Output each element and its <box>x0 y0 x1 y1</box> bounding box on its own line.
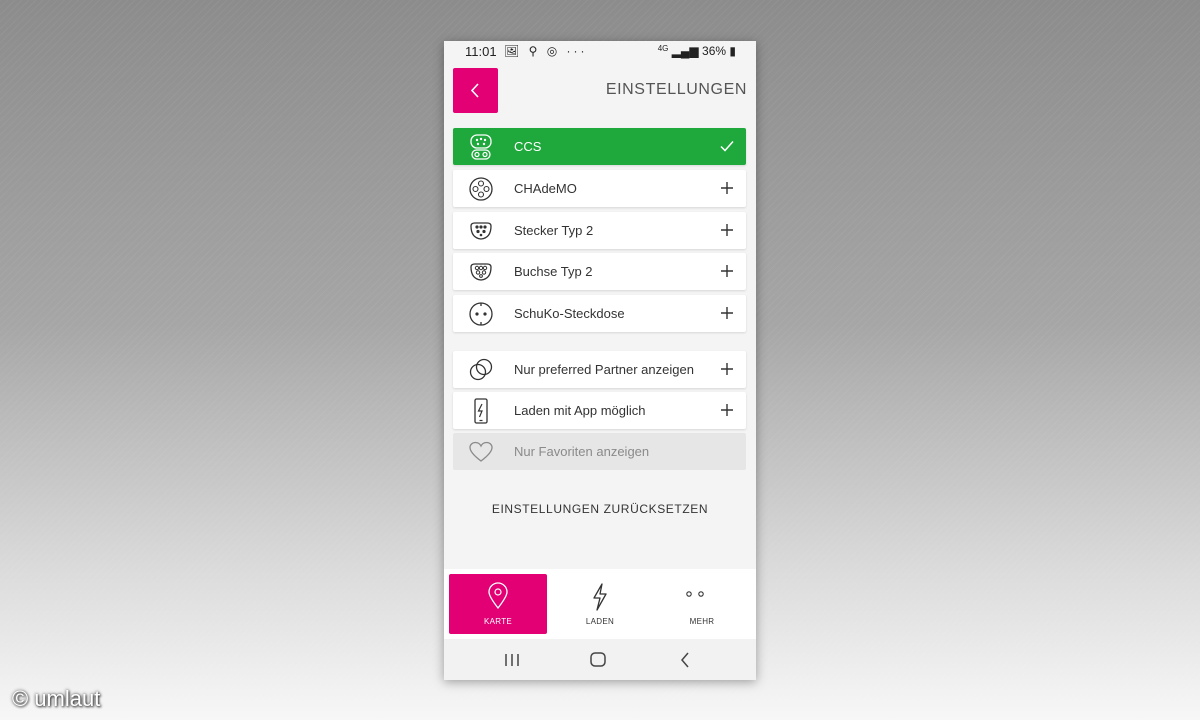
map-pin-icon <box>488 582 508 610</box>
ccs-plug-icon <box>470 134 492 160</box>
status-bar: 11:01 🖼 ⚲ ◎ ··· 4G ▂▄▆ 36% ▮ <box>444 41 756 63</box>
nav-karte[interactable]: KARTE <box>449 574 547 634</box>
system-nav-bar <box>444 639 756 680</box>
filter-label: Laden mit App möglich <box>514 403 646 418</box>
copyright-watermark: © umlaut <box>12 686 101 711</box>
reset-settings-button[interactable]: EINSTELLUNGEN ZURÜCKSETZEN <box>444 502 756 516</box>
battery-icon: ▮ <box>729 44 736 58</box>
connector-label: CHAdeMO <box>514 181 577 196</box>
notification-icons: 🖼 ⚲ ◎ ··· <box>504 44 588 58</box>
nav-label: MEHR <box>689 617 715 626</box>
chevron-left-icon <box>470 83 479 98</box>
chademo-plug-icon <box>469 177 493 201</box>
connector-row-schuko[interactable]: SchuKo-Steckdose <box>453 295 746 332</box>
connector-label: Stecker Typ 2 <box>514 223 594 238</box>
network-type: 4G <box>657 44 669 53</box>
filter-row-app-charging[interactable]: Laden mit App möglich <box>453 392 746 429</box>
schuko-socket-icon <box>469 302 493 326</box>
bottom-nav: KARTE LADEN MEHR <box>444 569 756 639</box>
connector-label: SchuKo-Steckdose <box>514 306 625 321</box>
plus-icon <box>721 224 733 236</box>
more-dots-icon <box>686 591 704 597</box>
battery-level: 36% <box>702 44 727 58</box>
phone-charge-icon <box>474 398 488 424</box>
connector-label: Buchse Typ 2 <box>514 264 593 279</box>
partner-rings-icon <box>469 358 493 381</box>
connector-row-chademo[interactable]: CHAdeMO <box>453 170 746 207</box>
plus-icon <box>721 265 733 277</box>
plus-icon <box>721 182 733 194</box>
lightning-icon <box>593 583 607 611</box>
nav-label: LADEN <box>585 617 615 626</box>
nav-laden[interactable]: LADEN <box>551 574 649 634</box>
filter-row-favorites: Nur Favoriten anzeigen <box>453 433 746 470</box>
heart-icon <box>469 441 493 462</box>
recent-apps-icon[interactable] <box>501 650 523 670</box>
nav-label: KARTE <box>483 617 513 626</box>
type2-socket-icon <box>470 263 492 281</box>
page-title: EINSTELLUNGEN <box>605 81 747 98</box>
home-icon[interactable] <box>587 650 609 670</box>
plus-icon <box>721 363 733 375</box>
connector-label: CCS <box>514 139 542 154</box>
plus-icon <box>721 307 733 319</box>
nav-mehr[interactable]: MEHR <box>653 574 751 634</box>
connector-row-ccs[interactable]: CCS <box>453 128 746 165</box>
plus-icon <box>721 404 733 416</box>
checkmark-icon <box>720 141 734 152</box>
filter-label: Nur preferred Partner anzeigen <box>514 362 694 377</box>
connector-row-stecker-typ2[interactable]: Stecker Typ 2 <box>453 212 746 249</box>
back-button[interactable] <box>453 68 498 113</box>
connector-row-buchse-typ2[interactable]: Buchse Typ 2 <box>453 253 746 290</box>
status-time: 11:01 <box>465 44 497 59</box>
type2-plug-icon <box>470 222 492 240</box>
status-right: 4G ▂▄▆ 36% ▮ <box>658 44 736 58</box>
signal-icon: ▂▄▆ <box>671 44 699 58</box>
system-back-icon[interactable] <box>674 650 696 670</box>
filter-label: Nur Favoriten anzeigen <box>514 444 650 459</box>
filter-row-preferred-partner[interactable]: Nur preferred Partner anzeigen <box>453 351 746 388</box>
phone-screen: 11:01 🖼 ⚲ ◎ ··· 4G ▂▄▆ 36% ▮ EINSTELLUNG… <box>444 41 756 680</box>
